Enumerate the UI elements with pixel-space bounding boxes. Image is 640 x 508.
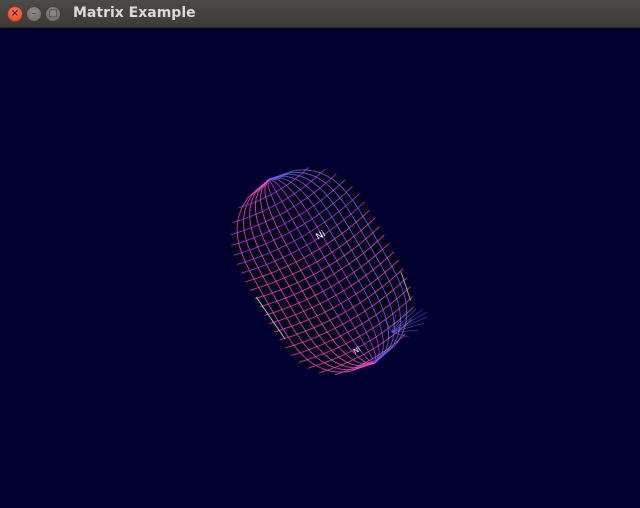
- app-window: × – □ Matrix Example Ni Ni: [0, 0, 640, 508]
- wireframe-capsule: Ni Ni: [230, 166, 428, 376]
- maximize-icon[interactable]: □: [45, 6, 61, 22]
- render-viewport[interactable]: Ni Ni: [0, 28, 640, 508]
- window-title: Matrix Example: [73, 5, 196, 21]
- minimize-icon[interactable]: –: [26, 6, 42, 22]
- close-icon[interactable]: ×: [7, 6, 23, 22]
- window-controls: × – □: [7, 6, 61, 22]
- title-bar[interactable]: × – □ Matrix Example: [0, 0, 640, 28]
